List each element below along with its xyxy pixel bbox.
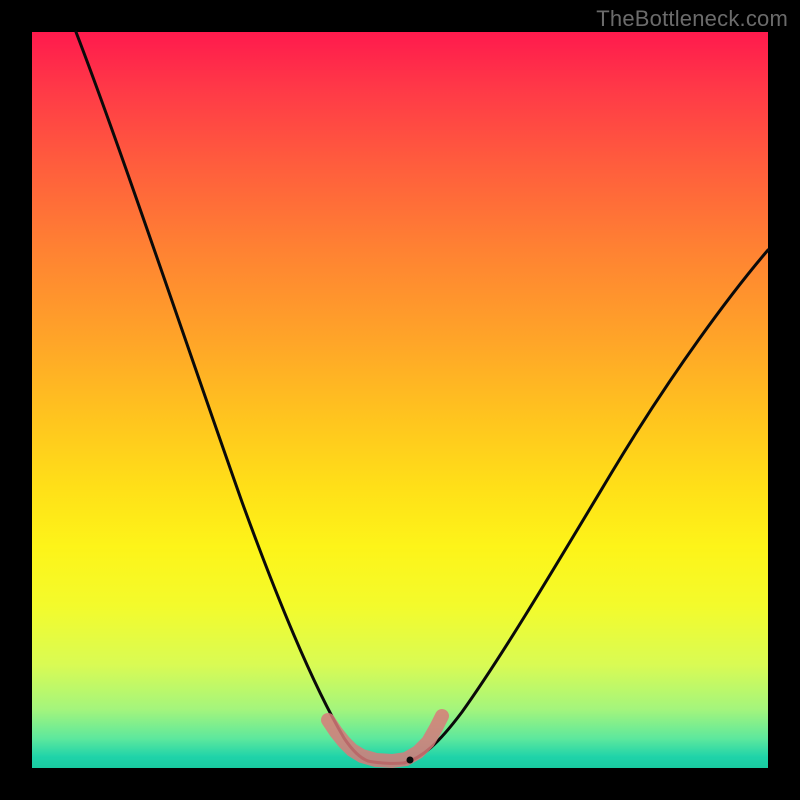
outer-frame: TheBottleneck.com xyxy=(0,0,800,800)
curve-svg xyxy=(32,32,768,768)
plot-area xyxy=(32,32,768,768)
watermark-text: TheBottleneck.com xyxy=(596,6,788,32)
curve-right-branch xyxy=(404,250,768,763)
notch-dot xyxy=(407,757,414,764)
curve-left-branch xyxy=(76,32,368,761)
highlight-L-mark xyxy=(328,716,442,761)
